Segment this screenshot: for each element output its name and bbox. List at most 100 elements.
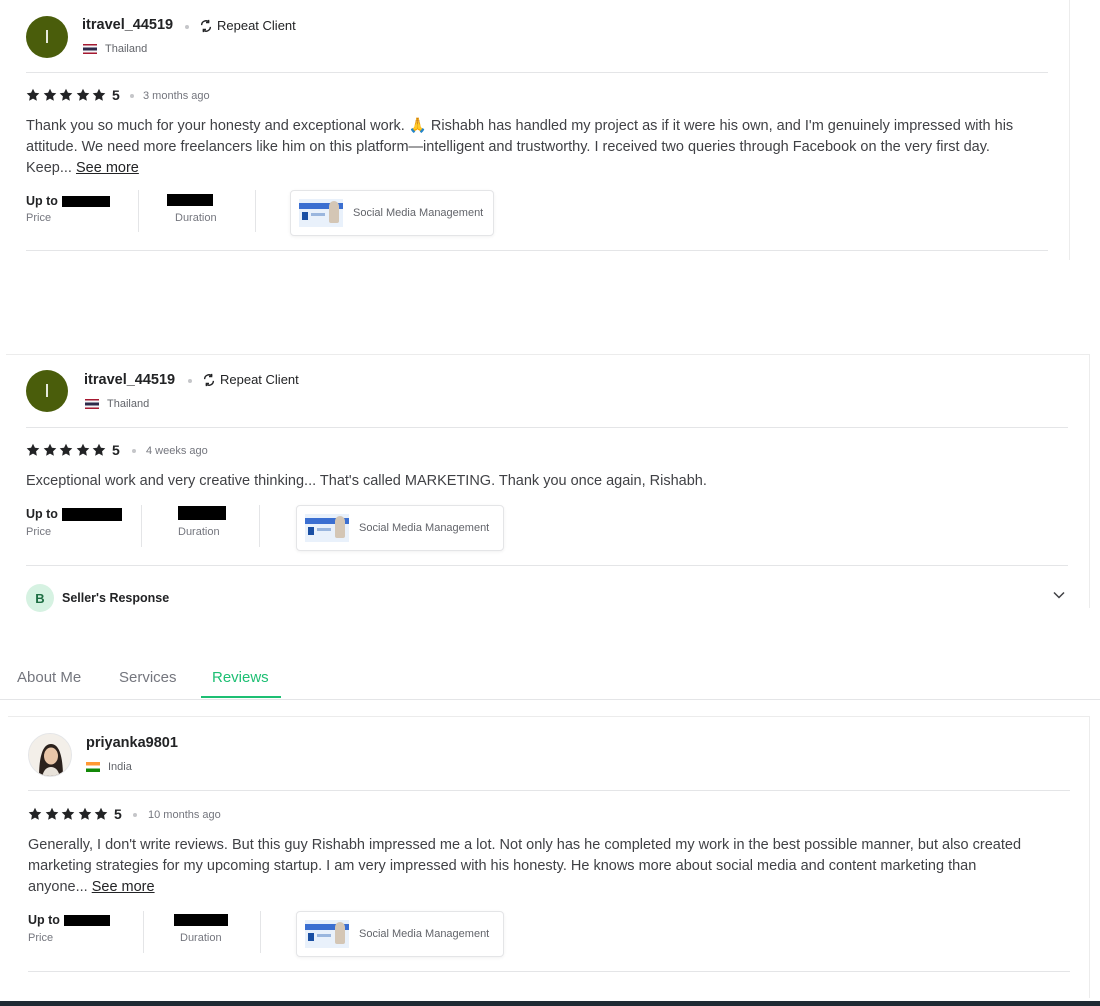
avatar[interactable]: I [26,16,68,58]
review-card: I itravel_44519 Repeat Client Thailand 5… [4,0,1070,260]
repeat-client-label: Repeat Client [220,372,299,387]
duration-value [174,914,228,926]
duration-label: Duration [180,932,222,944]
country-name: India [108,761,132,773]
gig-thumbnail [305,920,349,948]
review-body: Generally, I don't write reviews. But th… [28,837,1022,895]
country-name: Thailand [105,43,148,55]
divider [28,971,1070,972]
duration-label: Duration [178,526,220,538]
reviewer-username[interactable]: priyanka9801 [86,735,178,751]
reviewer-username[interactable]: itravel_44519 [84,372,175,388]
review-body: Exceptional work and very creative think… [26,473,707,489]
star-icon [76,88,90,102]
review-body: Thank you so much for your honesty and e… [26,118,1014,176]
separator-dot [130,94,134,98]
divider [28,790,1070,791]
separator-dot [132,449,136,453]
star-icon [43,88,57,102]
sellers-response-label[interactable]: Seller's Response [62,591,169,605]
gig-card[interactable]: Social Media Management [296,911,504,957]
reviewer-country: Thailand [83,43,147,55]
redacted-price [61,507,122,521]
star-rating: 5 [26,87,120,103]
see-more-link[interactable]: See more [92,879,155,895]
thailand-flag-icon [85,399,99,409]
review-card: I itravel_44519 Repeat Client Thailand 5… [6,354,1090,612]
review-time: 3 months ago [143,90,210,102]
star-icon [43,443,57,457]
review-card: priyanka9801 India 5 10 months ago Gener… [8,716,1090,998]
redacted-price [61,195,110,207]
price-label: Price [28,932,54,944]
redacted-duration [178,506,226,520]
repeat-client-badge: Repeat Client [199,18,296,33]
avatar[interactable]: I [26,370,68,412]
repeat-client-label: Repeat Client [217,18,296,33]
review-text: Exceptional work and very creative think… [26,471,1026,492]
separator-dot [133,813,137,817]
review-text: Thank you so much for your honesty and e… [26,116,1016,179]
seller-avatar: B [26,584,54,612]
rating-value: 5 [111,87,120,103]
divider [138,190,139,232]
review-time: 10 months ago [148,809,221,821]
star-rating: 5 [26,442,120,458]
reviewer-country: India [86,761,132,773]
review-text: Generally, I don't write reviews. But th… [28,835,1028,898]
reviewer-country: Thailand [85,398,149,410]
bottom-edge-bar [0,1001,1100,1006]
chevron-down-icon[interactable] [1052,588,1066,602]
repeat-icon [199,19,213,33]
thailand-flag-icon [83,44,97,54]
reviewer-username[interactable]: itravel_44519 [82,17,173,33]
gig-title: Social Media Management [359,522,490,534]
divider [141,505,142,547]
country-name: Thailand [107,398,150,410]
star-icon [94,807,108,821]
price-label: Price [26,212,52,224]
tab-about-me[interactable]: About Me [17,669,81,686]
redacted-duration [174,914,228,926]
price-label: Price [26,526,52,538]
star-icon [26,88,40,102]
see-more-link[interactable]: See more [76,160,139,176]
star-icon [78,807,92,821]
star-rating: 5 [28,806,122,822]
divider [26,72,1048,73]
avatar[interactable] [28,733,72,777]
gig-title: Social Media Management [353,207,484,219]
repeat-client-badge: Repeat Client [202,372,299,387]
star-icon [92,88,106,102]
price-prefix: Up to [26,194,58,208]
price-value: Up to [26,194,110,208]
repeat-icon [202,373,216,387]
duration-label: Duration [175,212,217,224]
price-value: Up to [28,913,110,927]
divider [143,911,144,953]
price-value: Up to [26,507,122,521]
redacted-price [63,914,110,926]
active-tab-indicator [201,696,281,698]
separator-dot [188,379,192,383]
gig-thumbnail [299,199,343,227]
price-prefix: Up to [26,507,58,521]
star-icon [92,443,106,457]
redacted-duration [167,194,213,206]
rating-value: 5 [111,442,120,458]
star-icon [59,443,73,457]
divider [260,911,261,953]
divider [255,190,256,232]
star-icon [45,807,59,821]
tab-services[interactable]: Services [119,669,177,686]
gig-card[interactable]: Social Media Management [296,505,504,551]
tab-reviews[interactable]: Reviews [212,669,269,686]
gig-title: Social Media Management [359,928,490,940]
star-icon [61,807,75,821]
divider [26,565,1068,566]
gig-thumbnail [305,514,349,542]
gig-card[interactable]: Social Media Management [290,190,494,236]
review-time: 4 weeks ago [146,445,208,457]
price-prefix: Up to [28,913,60,927]
star-icon [76,443,90,457]
